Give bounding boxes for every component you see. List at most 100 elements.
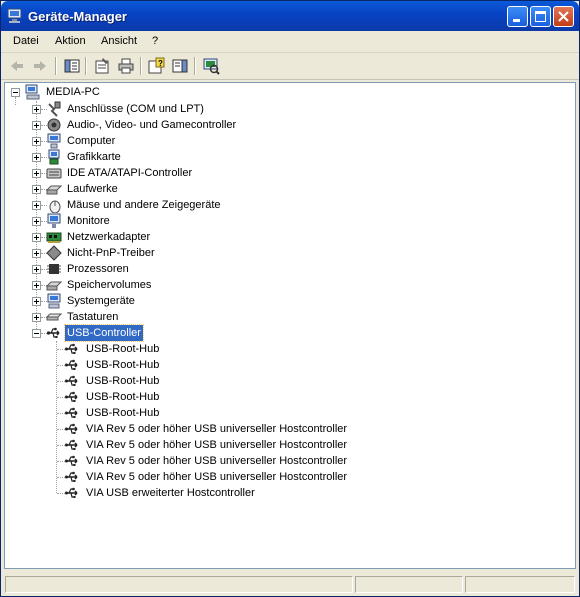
tree-item-category[interactable]: IDE ATA/ATAPI-Controller [46,165,346,181]
tree-item-label: VIA Rev 5 oder höher USB universeller Ho… [86,423,348,435]
maximize-button[interactable] [530,6,551,27]
display-adapter-icon [48,149,60,165]
tree-item-usb-controller[interactable]: USB-Controller [46,324,206,342]
status-bar [1,573,579,596]
back-arrow-icon[interactable] [8,57,26,75]
properties-icon[interactable] [93,57,111,75]
help-icon[interactable]: ? [147,57,165,75]
tree-item-category[interactable]: Audio-, Video- und Gamecontroller [46,117,346,133]
usb-icon [65,423,78,434]
tree-item-usb-device[interactable]: USB-Root-Hub [65,389,385,405]
close-button[interactable] [553,6,574,27]
tree-item-label: VIA USB erweiterter Hostcontroller [86,487,255,499]
tree-item-label: Prozessoren [67,263,129,275]
menu-file[interactable]: Datei [13,35,39,47]
tree-item-usb-device[interactable]: USB-Root-Hub [65,357,385,373]
forward-arrow-icon[interactable] [31,57,49,75]
menu-help[interactable]: ? [152,35,158,47]
device-manager-window: Geräte-Manager Datei Aktion Ansicht ? ? … [0,0,580,597]
usb-collapse-toggle[interactable] [32,329,41,338]
tree-item-label: Grafikkarte [67,151,121,163]
expand-toggle[interactable] [32,201,41,210]
tree-line [57,381,65,382]
tree-item-category[interactable]: Tastaturen [46,309,346,325]
usb-icon [65,455,78,466]
tree-item-category[interactable]: Anschlüsse (COM und LPT) [46,101,346,117]
expand-toggle[interactable] [32,185,41,194]
toolbar-separator [140,57,142,75]
minimize-button[interactable] [507,6,528,27]
expand-toggle[interactable] [32,265,41,274]
tree-item-usb-device[interactable]: VIA Rev 5 oder höher USB universeller Ho… [65,453,385,469]
tree-item-label: USB-Root-Hub [86,359,160,371]
storage-volume-icon [46,281,62,291]
tree-item-category[interactable]: Monitore [46,213,346,229]
usb-icon [65,471,78,482]
tree-item-category[interactable]: Systemgeräte [46,293,346,309]
tree-item-usb-device[interactable]: VIA Rev 5 oder höher USB universeller Ho… [65,437,385,453]
expand-toggle[interactable] [32,105,41,114]
expand-toggle[interactable] [32,249,41,258]
expand-toggle[interactable] [32,281,41,290]
tree-root-label: MEDIA-PC [46,86,100,98]
tree-root[interactable]: MEDIA-PC [25,84,145,100]
expand-toggle[interactable] [32,153,41,162]
mouse-icon [49,200,61,213]
tree-item-usb-device[interactable]: VIA USB erweiterter Hostcontroller [65,485,385,501]
tree-item-label: Netzwerkadapter [67,231,151,243]
tree-item-label: Mäuse und andere Zeigegeräte [67,199,221,211]
tree-item-category[interactable]: Speichervolumes [46,277,346,293]
tree-line [57,445,65,446]
print-icon[interactable] [117,57,135,75]
disk-drive-icon [46,185,62,195]
device-tree[interactable]: MEDIA-PC Anschlüsse (COM und LPT) Audio-,… [4,82,576,569]
tree-item-label: USB-Root-Hub [86,375,160,387]
tree-item-usb-device[interactable]: USB-Root-Hub [65,373,385,389]
expand-toggle[interactable] [32,297,41,306]
tree-item-category[interactable]: Computer [46,133,346,149]
title-bar[interactable]: Geräte-Manager [1,1,579,31]
system-device-icon [47,293,61,309]
tree-item-category[interactable]: Mäuse und andere Zeigegeräte [46,197,346,213]
usb-icon [65,375,78,386]
show-hide-action-pane-icon[interactable] [171,57,189,75]
tree-item-label: USB-Root-Hub [86,391,160,403]
tree-item-category[interactable]: Netzwerkadapter [46,229,346,245]
toolbar-separator [85,57,87,75]
tree-item-category[interactable]: Prozessoren [46,261,346,277]
tree-line [57,461,65,462]
tree-item-usb-device[interactable]: VIA Rev 5 oder höher USB universeller Ho… [65,421,385,437]
monitor-icon [47,213,61,228]
root-collapse-toggle[interactable] [11,88,20,97]
expand-toggle[interactable] [32,233,41,242]
menu-action[interactable]: Aktion [55,35,86,47]
expand-toggle[interactable] [32,137,41,146]
tree-item-label: Nicht-PnP-Treiber [67,247,155,259]
tree-item-category[interactable]: Laufwerke [46,181,346,197]
computer-monitor-icon [7,8,22,23]
non-pnp-driver-icon [46,245,62,261]
tree-item-category[interactable]: Grafikkarte [46,149,346,165]
scan-hardware-icon[interactable] [202,57,220,75]
tree-item-usb-device[interactable]: VIA Rev 5 oder höher USB universeller Ho… [65,469,385,485]
processor-chip-icon [47,264,61,274]
tree-item-label: Audio-, Video- und Gamecontroller [67,119,237,131]
toolbar-separator [55,57,57,75]
expand-toggle[interactable] [32,121,41,130]
expand-toggle[interactable] [32,313,41,322]
expand-toggle[interactable] [32,169,41,178]
maximize-icon [535,11,546,22]
tree-item-label: Laufwerke [67,183,118,195]
expand-toggle[interactable] [32,217,41,226]
close-icon [558,11,569,22]
tree-item-category[interactable]: Nicht-PnP-Treiber [46,245,346,261]
tree-item-label-selected: USB-Controller [64,324,144,342]
network-card-icon [46,232,62,243]
tree-item-label: VIA Rev 5 oder höher USB universeller Ho… [86,455,348,467]
tree-item-usb-device[interactable]: USB-Root-Hub [65,405,385,421]
tree-item-usb-device[interactable]: USB-Root-Hub [65,341,385,357]
tree-line [15,97,16,105]
menu-bar: Datei Aktion Ansicht ? [1,31,579,53]
show-hide-console-tree-icon[interactable] [63,57,81,75]
menu-view[interactable]: Ansicht [101,35,137,47]
